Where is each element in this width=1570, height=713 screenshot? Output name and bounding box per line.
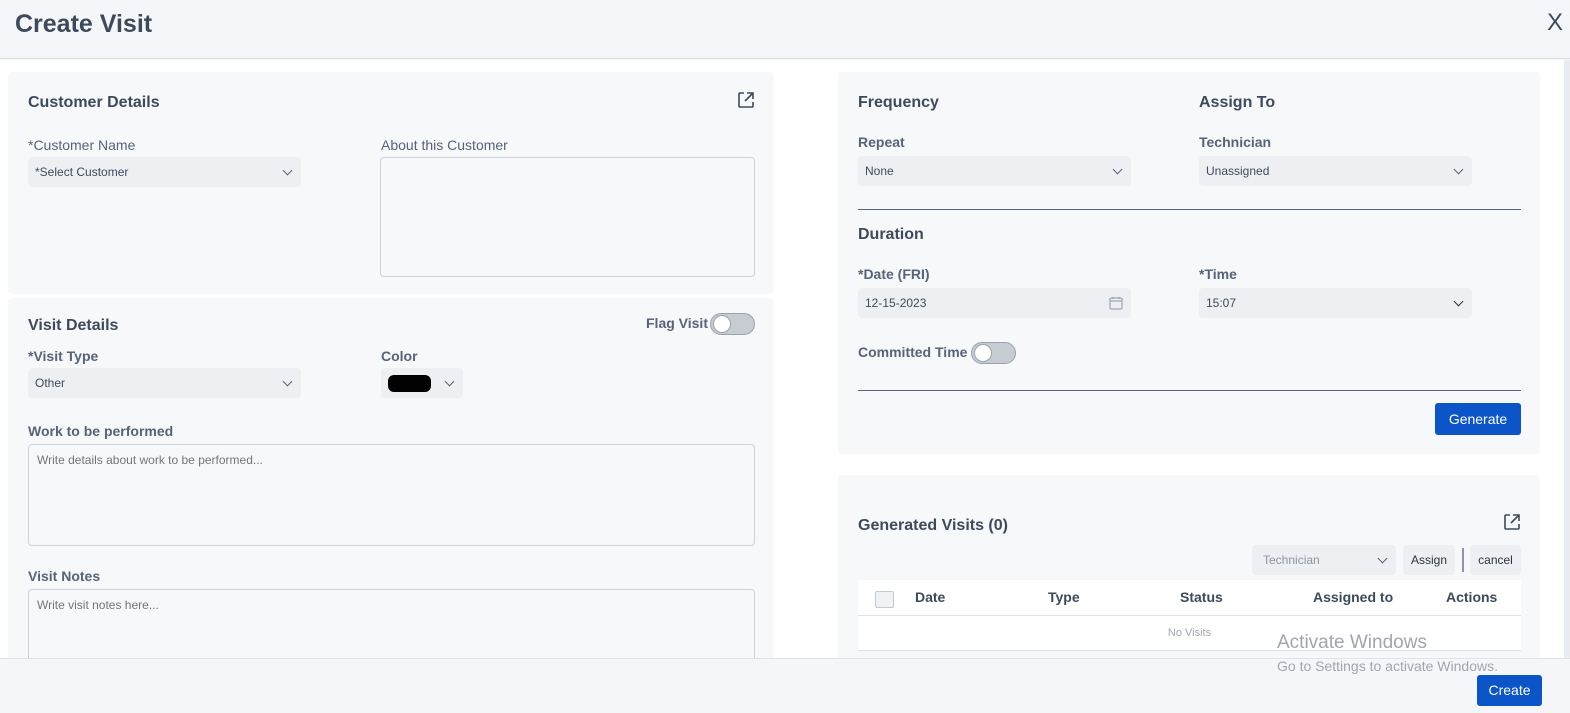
external-link-icon[interactable] (736, 90, 756, 110)
modal-header: Create Visit X (0, 0, 1570, 59)
technician-label: Technician (1199, 134, 1272, 150)
customer-name-label: *Customer Name (28, 137, 136, 153)
committed-time-toggle[interactable] (971, 342, 1016, 364)
customer-details-title: Customer Details (28, 94, 160, 111)
time-select[interactable]: 15:07 (1199, 288, 1472, 318)
modal-body: Customer Details *Customer Name *Select … (0, 60, 1570, 658)
customer-details-card: Customer Details *Customer Name *Select … (8, 72, 774, 294)
customer-name-value: *Select Customer (35, 165, 129, 179)
column-status: Status (1180, 589, 1223, 605)
activate-windows-title: Activate Windows (1277, 632, 1427, 653)
color-swatch (388, 375, 431, 392)
chevron-down-icon (444, 376, 455, 387)
frequency-title: Frequency (858, 94, 939, 111)
about-customer-textarea[interactable] (380, 157, 755, 277)
time-value: 15:07 (1206, 296, 1237, 310)
flag-visit-toggle[interactable] (710, 313, 755, 335)
column-type: Type (1048, 589, 1080, 605)
calendar-icon[interactable] (1109, 296, 1123, 310)
create-button[interactable]: Create (1477, 675, 1542, 706)
repeat-value: None (865, 164, 894, 178)
time-label: *Time (1199, 266, 1237, 282)
scheduling-card: Frequency Repeat None Assign To Technici… (838, 72, 1540, 454)
technician-select[interactable]: Unassigned (1199, 156, 1472, 186)
repeat-label: Repeat (858, 134, 905, 150)
technician-value: Unassigned (1206, 164, 1270, 178)
visits-table-header: Date Type Status Assigned to Actions (858, 580, 1521, 616)
chevron-down-icon (1453, 296, 1464, 307)
work-textarea[interactable] (28, 444, 755, 546)
visit-type-label: *Visit Type (28, 348, 99, 364)
activate-windows-subtitle: Go to Settings to activate Windows. (1277, 658, 1498, 674)
divider (858, 390, 1521, 391)
column-date: Date (915, 589, 946, 605)
assign-to-title: Assign To (1199, 94, 1276, 111)
repeat-select[interactable]: None (858, 156, 1131, 186)
date-label: *Date (FRI) (858, 266, 930, 282)
close-icon[interactable]: X (1542, 8, 1568, 38)
assign-button[interactable]: Assign (1403, 545, 1455, 575)
chevron-down-icon (282, 165, 293, 176)
color-select[interactable] (381, 368, 463, 398)
work-label: Work to be performed (28, 423, 174, 439)
duration-title: Duration (858, 226, 924, 243)
separator (1462, 548, 1464, 572)
committed-time-label: Committed Time (858, 344, 968, 360)
flag-visit-label: Flag Visit (646, 315, 708, 331)
customer-name-select[interactable]: *Select Customer (28, 157, 301, 187)
chevron-down-icon (282, 376, 293, 387)
toggle-knob (713, 315, 731, 333)
about-customer-label: About this Customer (381, 137, 508, 153)
scrollbar[interactable] (1564, 60, 1570, 658)
visit-details-title: Visit Details (28, 317, 119, 334)
generated-visits-card: Generated Visits (0) Technician Assign c… (838, 475, 1540, 658)
column-actions: Actions (1446, 589, 1498, 605)
cancel-button[interactable]: cancel (1470, 545, 1521, 575)
page-title: Create Visit (15, 10, 153, 38)
toggle-knob (974, 344, 992, 362)
visit-details-card: Visit Details Flag Visit *Visit Type Oth… (8, 298, 774, 658)
visit-type-select[interactable]: Other (28, 368, 301, 398)
chevron-down-icon (1453, 164, 1464, 175)
external-link-icon[interactable] (1502, 512, 1522, 532)
bulk-technician-select[interactable]: Technician (1252, 545, 1396, 575)
select-all-checkbox[interactable] (875, 591, 894, 608)
bulk-technician-placeholder: Technician (1263, 553, 1320, 567)
divider (858, 209, 1521, 210)
color-label: Color (381, 348, 418, 364)
date-input[interactable]: 12-15-2023 (858, 288, 1131, 318)
generated-visits-title: Generated Visits (0) (858, 517, 1008, 534)
column-assigned-to: Assigned to (1313, 589, 1394, 605)
date-value: 12-15-2023 (865, 296, 927, 310)
visit-notes-textarea[interactable] (28, 589, 755, 658)
visit-type-value: Other (35, 376, 66, 390)
chevron-down-icon (1112, 164, 1123, 175)
chevron-down-icon (1377, 553, 1388, 564)
visit-notes-label: Visit Notes (28, 568, 101, 584)
generate-button[interactable]: Generate (1435, 403, 1521, 435)
